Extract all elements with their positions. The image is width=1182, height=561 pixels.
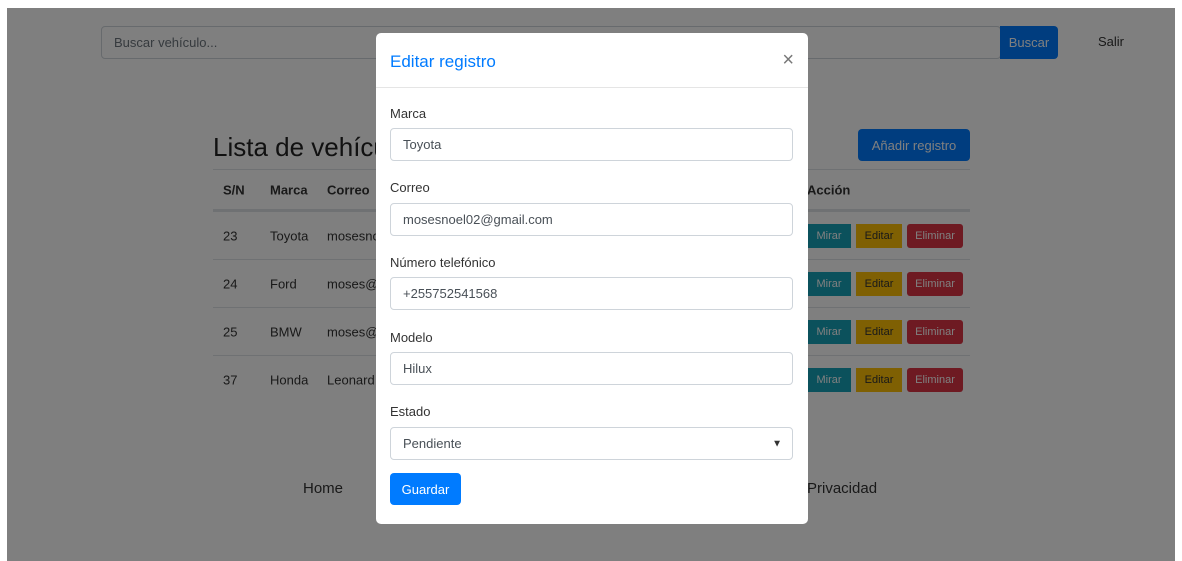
brand-input[interactable]: Toyota xyxy=(390,128,793,161)
status-select[interactable]: Pendiente ▼ xyxy=(390,427,793,460)
app-frame: Buscar vehículo... Buscar Salir Lista de… xyxy=(7,8,1175,561)
close-icon[interactable]: × xyxy=(782,50,794,70)
phone-input[interactable]: +255752541568 xyxy=(390,277,793,310)
model-input[interactable]: Hilux xyxy=(390,352,793,385)
brand-label: Marca xyxy=(390,106,427,121)
chevron-down-icon: ▼ xyxy=(772,438,782,449)
status-label: Estado xyxy=(390,404,431,419)
modal-title: Editar registro xyxy=(390,52,496,71)
model-label: Modelo xyxy=(390,330,433,345)
phone-label: Número telefónico xyxy=(390,255,496,270)
email-input[interactable]: mosesnoel02@gmail.com xyxy=(390,203,793,236)
edit-record-modal: Editar registro × Marca Toyota Correo mo… xyxy=(376,33,808,524)
email-label: Correo xyxy=(390,180,430,195)
status-selected-value: Pendiente xyxy=(403,436,462,451)
modal-header: Editar registro × xyxy=(376,33,808,88)
save-button[interactable]: Guardar xyxy=(390,473,461,505)
